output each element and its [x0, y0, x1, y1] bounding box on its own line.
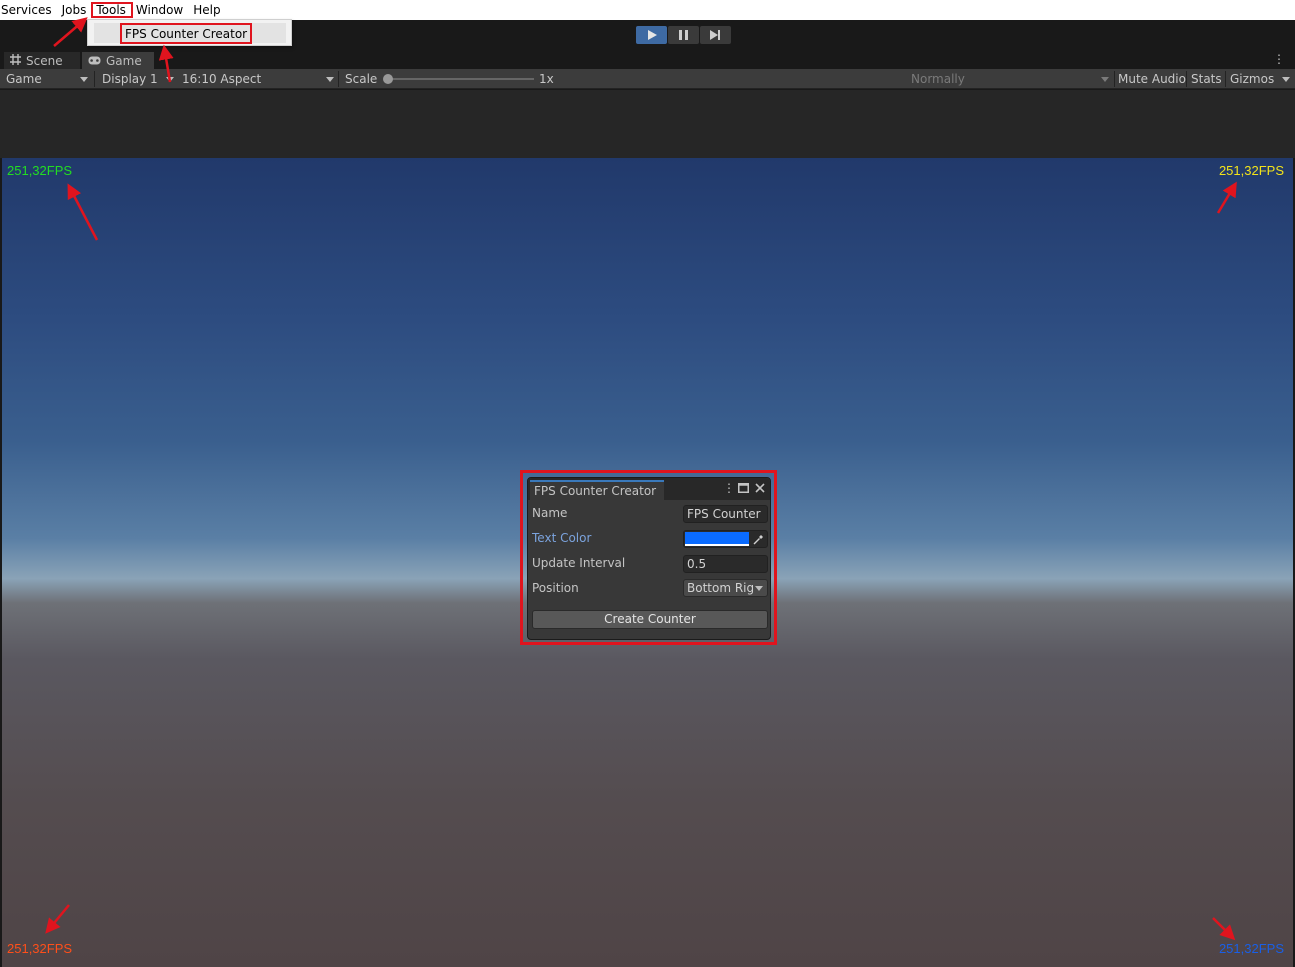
tab-game-label: Game — [106, 53, 142, 68]
grid-icon — [10, 53, 21, 68]
menu-tools[interactable]: Tools — [91, 2, 133, 18]
update-interval-field[interactable]: 0.5 — [683, 555, 768, 573]
chevron-down-icon — [80, 77, 88, 82]
maximize-icon[interactable] — [738, 482, 749, 496]
pause-button[interactable] — [668, 26, 699, 44]
view-select-label: Game — [6, 72, 42, 86]
view-tab-row: Scene Game ⋮ — [0, 50, 1295, 69]
tools-dropdown-menu: FPS Counter Creator — [87, 19, 292, 46]
gizmos-toggle[interactable]: Gizmos — [1230, 69, 1292, 89]
scale-label: Scale — [345, 72, 378, 86]
mute-audio-toggle[interactable]: Mute Audio — [1118, 69, 1186, 89]
menu-help[interactable]: Help — [189, 3, 226, 17]
chevron-down-icon — [166, 77, 174, 82]
update-interval-label: Update Interval — [532, 556, 626, 570]
menu-item-fps-counter-creator[interactable]: FPS Counter Creator — [120, 23, 253, 44]
more-options-icon[interactable]: ⋮ — [1273, 52, 1285, 66]
pause-icon — [679, 30, 688, 40]
fps-counter-bottom-left: 251,32FPS — [7, 941, 73, 956]
stats-toggle[interactable]: Stats — [1191, 69, 1222, 89]
create-counter-button[interactable]: Create Counter — [532, 610, 768, 629]
close-icon[interactable] — [755, 482, 765, 496]
fps-counter-top-right: 251,32FPS — [1218, 163, 1284, 178]
name-label: Name — [532, 506, 568, 520]
position-dropdown[interactable]: Bottom Right — [683, 579, 768, 597]
divider — [1186, 71, 1187, 87]
play-button[interactable] — [636, 26, 667, 44]
window-tab-strip: FPS Counter Creator ⋮ — [528, 478, 770, 500]
text-color-swatch[interactable] — [685, 532, 749, 544]
gizmos-label: Gizmos — [1230, 72, 1275, 86]
position-dropdown-value: Bottom Right — [687, 581, 753, 595]
text-color-alpha-bar — [685, 544, 749, 546]
text-color-label: Text Color — [532, 531, 592, 545]
chevron-down-icon — [326, 77, 334, 82]
window-menu-icon[interactable]: ⋮ — [723, 481, 735, 495]
scale-value: 1x — [539, 72, 554, 86]
divider — [338, 71, 339, 87]
chevron-down-icon — [1282, 77, 1290, 82]
play-focus-label: Normally — [911, 72, 965, 86]
eyedropper-icon[interactable] — [750, 532, 766, 546]
view-select[interactable]: Game — [6, 69, 90, 89]
menu-services[interactable]: Services — [0, 3, 58, 17]
fps-counter-creator-window: FPS Counter Creator ⋮ Name FPS Counter T… — [527, 477, 771, 640]
game-view-toolbar: Game Display 1 16:10 Aspect Scale 1x Nor… — [0, 69, 1295, 89]
menu-window[interactable]: Window — [132, 3, 189, 17]
scale-slider-handle[interactable] — [383, 74, 393, 84]
divider — [1225, 71, 1226, 87]
divider — [94, 71, 95, 87]
aspect-select[interactable]: 16:10 Aspect — [182, 69, 336, 89]
gamepad-icon — [88, 54, 101, 68]
tab-scene[interactable]: Scene — [4, 52, 80, 69]
position-label: Position — [532, 581, 579, 595]
aspect-select-label: 16:10 Aspect — [182, 72, 262, 86]
divider — [1114, 71, 1115, 87]
display-select[interactable]: Display 1 — [102, 69, 176, 89]
play-focus-select[interactable]: Normally — [911, 69, 1111, 89]
tab-game[interactable]: Game — [82, 52, 154, 69]
chevron-down-icon — [755, 586, 763, 591]
play-icon — [647, 30, 657, 40]
step-button[interactable] — [700, 26, 731, 44]
chevron-down-icon — [1101, 77, 1109, 82]
window-title-tab[interactable]: FPS Counter Creator — [530, 480, 664, 500]
menu-bar: Services Jobs Tools Window Help — [0, 0, 1295, 20]
step-icon — [710, 30, 720, 40]
fps-counter-bottom-right: 251,32FPS — [1218, 941, 1284, 956]
play-controls — [636, 26, 731, 44]
scale-slider-track[interactable] — [384, 78, 534, 80]
tab-scene-label: Scene — [26, 53, 63, 68]
game-view-letterbox — [0, 90, 1295, 158]
menu-jobs[interactable]: Jobs — [58, 3, 93, 17]
display-select-label: Display 1 — [102, 72, 158, 86]
name-field[interactable]: FPS Counter — [683, 505, 768, 523]
fps-counter-top-left: 251,32FPS — [7, 163, 73, 178]
text-color-field[interactable] — [683, 530, 768, 548]
